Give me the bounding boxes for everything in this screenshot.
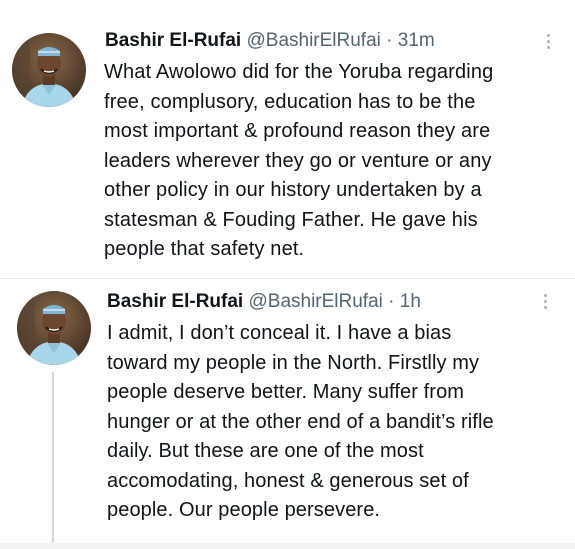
author-avatar[interactable] [12,33,86,107]
more-options-button[interactable] [547,34,551,52]
author-avatar[interactable] [17,291,91,365]
author-name[interactable]: Bashir El-Rufai [107,291,243,312]
author-handle[interactable]: @BashirElRufai [246,30,380,51]
tweet-text: I admit, I don’t conceal it. I have a bi… [107,322,494,521]
tweet-timestamp[interactable]: 1h [400,291,421,312]
tweet-timestamp[interactable]: 31m [398,30,435,51]
tweet-text: What Awolowo did for the Yoruba regardin… [104,61,494,260]
author-name[interactable]: Bashir El-Rufai [105,30,241,51]
thread-line [52,372,54,549]
header-separator: · [388,291,395,312]
tweet-header: Bashir El-Rufai @BashirElRufai · 31m [105,29,435,53]
more-options-button[interactable] [544,294,548,312]
tweet-header: Bashir El-Rufai @BashirElRufai · 1h [107,290,421,314]
author-handle[interactable]: @BashirElRufai [248,291,382,312]
tweet[interactable]: Bashir El-Rufai @BashirElRufai · 1h I ad… [0,282,575,544]
avatar-photo [17,291,91,365]
bottom-divider [0,543,575,549]
header-separator: · [386,30,393,51]
more-vertical-icon [544,294,548,309]
more-vertical-icon [547,34,551,49]
tweet[interactable]: Bashir El-Rufai @BashirElRufai · 31m Wha… [0,0,575,278]
avatar-photo [12,33,86,107]
tweet-divider [0,278,575,279]
